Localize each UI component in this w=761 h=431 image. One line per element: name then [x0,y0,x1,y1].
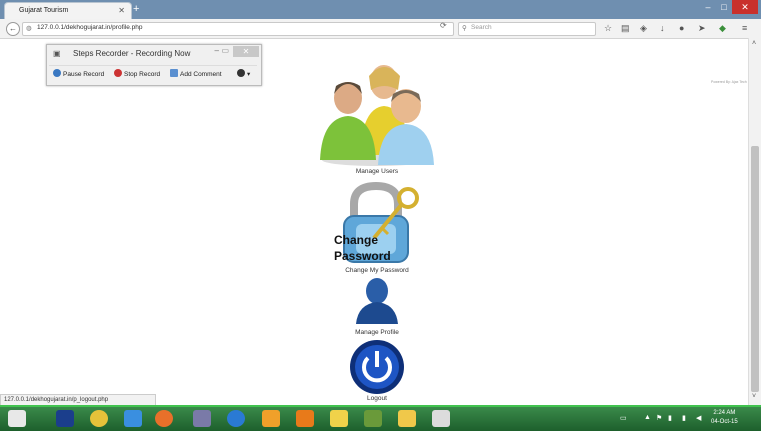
help-button[interactable]: ▾ [237,69,250,78]
pause-icon [53,69,61,77]
recorder-maximize-icon[interactable]: ▭ [221,46,229,55]
url-bar[interactable]: ◍ 127.0.0.1/dekhogujarat.in/profile.php [22,22,454,36]
add-comment-button[interactable]: Add Comment [170,69,222,78]
recorder-close-icon[interactable]: ✕ [233,46,259,57]
send-icon[interactable]: ➤ [698,23,706,34]
browser-tab[interactable]: Gujarat Tourism ✕ [4,2,132,20]
globe-icon: ◍ [26,25,32,32]
maximize-icon[interactable]: □ [716,0,732,14]
minimize-icon[interactable]: – [700,0,716,14]
powered-by-text: Powered By: Ajax Tech [711,80,747,84]
keyboard-icon[interactable]: ▭ [620,414,627,422]
pause-record-label: Pause Record [63,71,105,78]
tray-arrow-icon[interactable]: ▲ [644,414,651,421]
logout-power-icon[interactable] [349,339,405,395]
change-password-img-line1: Change [334,233,378,247]
tab-title: Gujarat Tourism [19,7,69,14]
calculator-icon[interactable] [330,410,348,427]
browser-navbar: ← ◍ 127.0.0.1/dekhogujarat.in/profile.ph… [0,19,761,39]
notepad-icon[interactable] [364,410,382,427]
recorder-toolbar: Pause Record Stop Record Add Comment ▾ [49,65,257,82]
vlc-icon[interactable] [296,410,314,427]
manage-profile-image[interactable] [354,276,400,326]
reload-icon[interactable]: ⟳ [440,21,447,30]
chat-icon[interactable]: ● [679,23,684,33]
signal-icon[interactable]: ▮ [682,414,686,422]
internet-explorer-icon[interactable] [227,410,245,427]
search-icon: ⚲ [462,25,467,32]
scroll-up-icon[interactable]: ˄ [752,40,756,47]
firefox-icon[interactable] [155,410,173,427]
download-icon[interactable]: ↓ [660,23,665,33]
photoshop-icon[interactable] [56,410,74,427]
manage-users-image[interactable] [318,60,436,168]
addon-icon[interactable]: ◆ [719,23,726,34]
stop-record-button[interactable]: Stop Record [114,69,160,78]
network-icon[interactable]: ▮ [668,414,672,422]
pause-record-button[interactable]: Pause Record [53,69,104,78]
back-icon[interactable]: ← [6,22,20,36]
url-text: 127.0.0.1/dekhogujarat.in/profile.php [37,24,143,31]
search-placeholder: Search [471,24,492,31]
comment-icon [170,69,178,77]
recorder-title: Steps Recorder - Recording Now [73,49,191,58]
uc-browser-icon[interactable] [262,410,280,427]
scrollbar-thumb[interactable] [751,146,759,392]
browser-titlebar: Gujarat Tourism ✕ + – □ ✕ [0,0,761,20]
change-password-img-line2: Password [334,249,391,263]
logout-label[interactable]: Logout [317,395,437,402]
clock-date: 04-Oct-15 [711,419,738,425]
stop-icon [114,69,122,77]
window-close-icon[interactable]: ✕ [732,0,758,14]
change-password-label[interactable]: Change My Password [317,267,437,274]
chrome-icon[interactable] [90,410,108,427]
steps-recorder-task-icon[interactable] [432,410,450,427]
manage-profile-label[interactable]: Manage Profile [317,329,437,336]
folder-icon[interactable] [398,410,416,427]
help-icon [237,69,245,77]
new-tab-icon[interactable]: + [133,3,139,15]
tab-close-icon[interactable]: ✕ [118,6,125,15]
manage-users-label[interactable]: Manage Users [317,168,437,175]
taskbar: ▭ ▲ ⚑ ▮ ▮ ◀ 2:24 AM 04-Oct-15 [0,405,761,431]
recorder-minimize-icon[interactable]: – [215,46,219,55]
page-scrollbar[interactable]: ˄ ˅ [748,38,761,405]
media-player-icon[interactable] [124,410,142,427]
bookmark-star-icon[interactable]: ☆ [604,23,612,34]
scroll-down-icon[interactable]: ˅ [752,393,756,400]
recorder-icon: ▣ [53,49,61,58]
search-box[interactable]: ⚲ Search [458,22,596,36]
bookmarks-icon[interactable]: ▤ [621,23,630,34]
menu-icon[interactable]: ≡ [742,23,747,33]
add-comment-label: Add Comment [180,71,222,78]
pocket-icon[interactable]: ◈ [640,23,647,34]
clock[interactable]: 2:24 AM 04-Oct-15 [711,409,738,427]
clock-time: 2:24 AM [713,410,736,416]
flag-icon[interactable]: ⚑ [656,414,662,422]
start-button-icon[interactable] [8,410,26,427]
app-icon[interactable] [193,410,211,427]
change-password-image[interactable]: Change Password [330,182,426,266]
steps-recorder-window[interactable]: ▣ Steps Recorder - Recording Now – ▭ ✕ P… [46,44,262,86]
volume-icon[interactable]: ◀ [696,414,701,422]
stop-record-label: Stop Record [124,71,161,78]
